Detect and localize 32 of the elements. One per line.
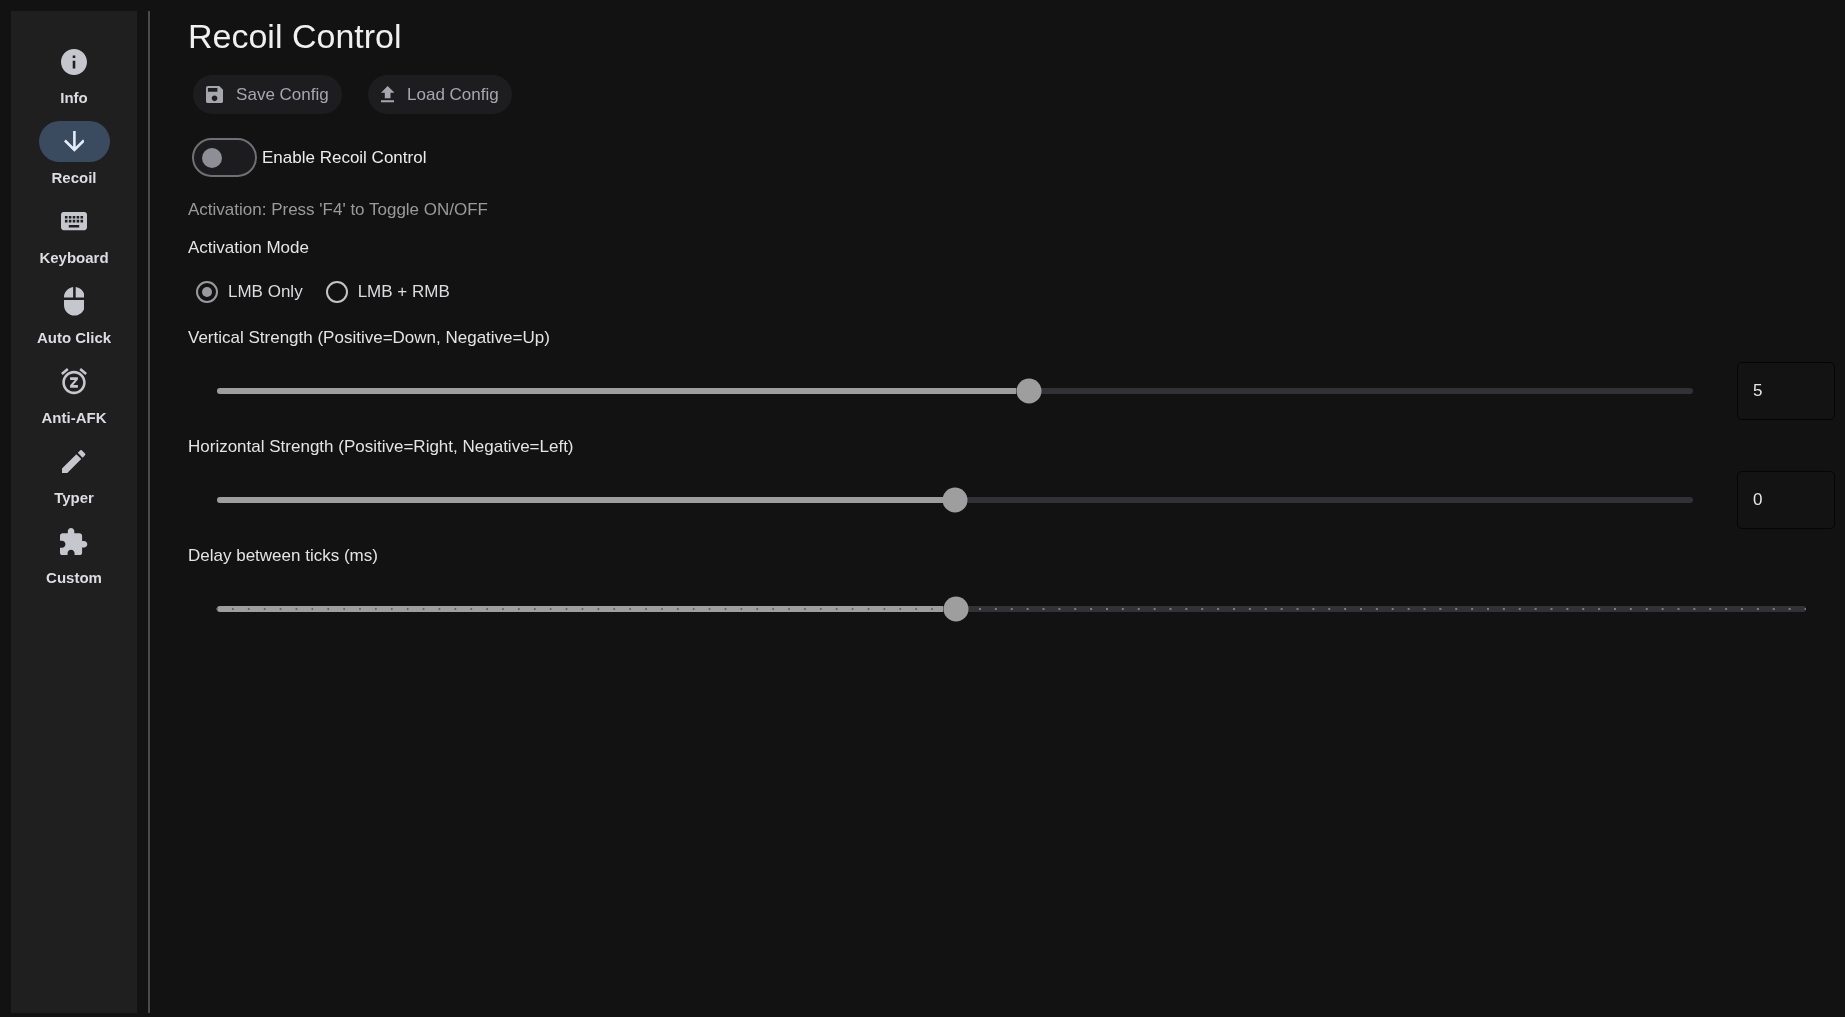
radio-option[interactable]: LMB Only (196, 279, 303, 305)
slider-thumb[interactable] (942, 487, 968, 513)
section-label: Activation Mode (188, 237, 309, 259)
mouse-icon (63, 287, 85, 316)
toggle-switch[interactable] (192, 138, 257, 177)
pencil-icon (62, 449, 86, 474)
sidebar-item[interactable]: Info (19, 41, 129, 110)
value-input[interactable]: 5 (1737, 362, 1835, 420)
puzzle-piece-icon (60, 527, 88, 556)
page-title: Recoil Control (188, 16, 402, 57)
sidebar-item[interactable]: Typer (19, 441, 129, 510)
slider-label: Delay between ticks (ms) (188, 545, 378, 567)
upload-icon (380, 86, 394, 103)
toggle-label: Enable Recoil Control (262, 146, 427, 169)
toolbar-button[interactable]: Save Config (193, 75, 342, 114)
hint-text: Activation: Press 'F4' to Toggle ON/OFF (188, 199, 488, 221)
sidebar-item[interactable]: Keyboard (19, 201, 129, 270)
slider-thumb[interactable] (1016, 378, 1042, 404)
sidebar-item[interactable]: Auto Click (19, 281, 129, 350)
sidebar-item[interactable]: Custom (19, 521, 129, 590)
value-input[interactable]: 0 (1737, 471, 1835, 529)
arrow-down-icon (63, 131, 85, 152)
alarm-clock-icon (61, 368, 87, 395)
slider-thumb[interactable] (943, 596, 969, 622)
slider-label: Horizontal Strength (Positive=Right, Negative=Left) (188, 436, 574, 458)
keyboard-icon (61, 212, 87, 231)
info-icon (61, 48, 87, 75)
slider-label: Vertical Strength (Positive=Down, Negative=Up) (188, 327, 550, 349)
radio-option[interactable]: LMB + RMB (325, 279, 450, 305)
sidebar-item[interactable]: Anti-AFK (19, 361, 129, 430)
sidebar-item[interactable]: Recoil (19, 121, 129, 190)
toolbar-button[interactable]: Load Config (367, 75, 512, 114)
